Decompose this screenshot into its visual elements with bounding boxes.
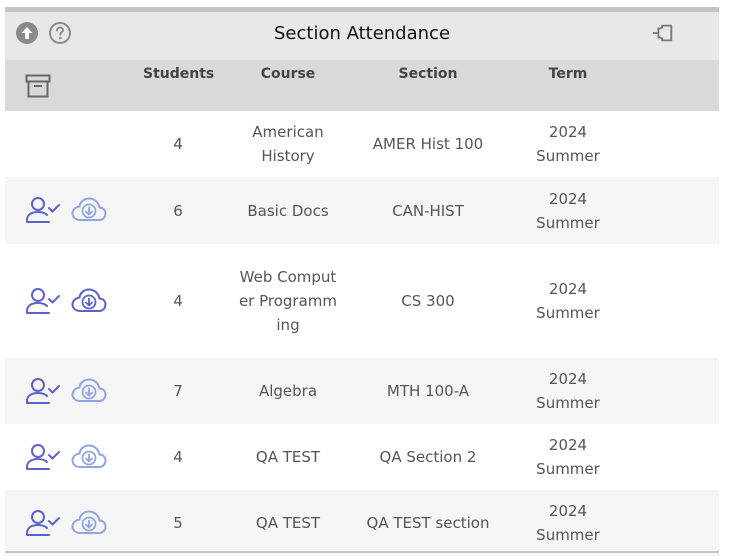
panel-title: Section Attendance	[273, 23, 451, 44]
panel-titlebar: Section Attendance	[5, 12, 719, 60]
course-cell: Web Computer Programming	[238, 268, 338, 334]
course-cell: Basic Docs	[247, 201, 329, 220]
column-header-section[interactable]: Section	[358, 66, 498, 82]
section-cell: AMER Hist 100	[372, 135, 484, 153]
column-header-students[interactable]: Students	[143, 66, 214, 82]
students-cell: 7	[173, 382, 183, 400]
section-cell: MTH 100-A	[386, 382, 470, 400]
column-header-course[interactable]: Course	[238, 66, 338, 82]
user-check-icon[interactable]	[25, 508, 61, 538]
column-header-term[interactable]: Term	[518, 66, 618, 82]
course-cell: Algebra	[258, 382, 318, 400]
section-cell: CS 300	[401, 292, 455, 310]
pin-icon[interactable]	[651, 21, 675, 45]
user-check-icon[interactable]	[25, 442, 61, 472]
table-row[interactable]: 5 QA TEST QA TEST section 2024 Summer	[5, 490, 719, 556]
cloud-download-icon[interactable]	[71, 286, 107, 316]
user-check-icon[interactable]	[25, 195, 61, 225]
course-cell: QA TEST	[255, 448, 321, 466]
course-cell: American History	[252, 123, 324, 165]
archive-icon[interactable]	[25, 74, 51, 98]
cloud-download-icon[interactable]	[71, 195, 107, 225]
table-row[interactable]: 7 Algebra MTH 100-A 2024 Summer	[5, 358, 719, 424]
panel-bottom-border	[5, 551, 719, 553]
cloud-download-icon[interactable]	[71, 442, 107, 472]
term-cell: 2024 Summer	[536, 436, 600, 478]
column-header-row: Students Course Section Term	[5, 60, 719, 111]
section-cell: QA Section 2	[379, 448, 477, 466]
user-check-icon[interactable]	[25, 286, 61, 316]
term-cell: 2024 Summer	[536, 370, 600, 412]
course-cell: QA TEST	[255, 514, 321, 532]
cloud-download-icon[interactable]	[71, 508, 107, 538]
user-check-icon[interactable]	[25, 376, 61, 406]
table-row[interactable]: 4 Web Computer Programming CS 300 2024 S…	[5, 244, 719, 358]
students-cell: 4	[173, 135, 183, 153]
students-cell: 5	[173, 514, 183, 532]
term-cell: 2024 Summer	[536, 502, 600, 544]
section-cell: QA TEST section	[366, 514, 490, 532]
term-cell: 2024 Summer	[536, 280, 600, 322]
students-cell: 4	[173, 292, 183, 310]
students-cell: 4	[173, 448, 183, 466]
term-cell: 2024 Summer	[536, 123, 600, 165]
section-attendance-panel: Section Attendance Students Course Secti…	[5, 7, 719, 556]
section-cell: CAN-HIST	[392, 201, 464, 220]
table-row[interactable]: 6 Basic Docs CAN-HIST 2024 Summer	[5, 177, 719, 244]
table-row[interactable]: 4 QA TEST QA Section 2 2024 Summer	[5, 424, 719, 490]
term-cell: 2024 Summer	[536, 189, 600, 232]
cloud-download-icon[interactable]	[71, 376, 107, 406]
students-cell: 6	[173, 201, 183, 220]
table-row[interactable]: 4 American History AMER Hist 100 2024 Su…	[5, 111, 719, 177]
